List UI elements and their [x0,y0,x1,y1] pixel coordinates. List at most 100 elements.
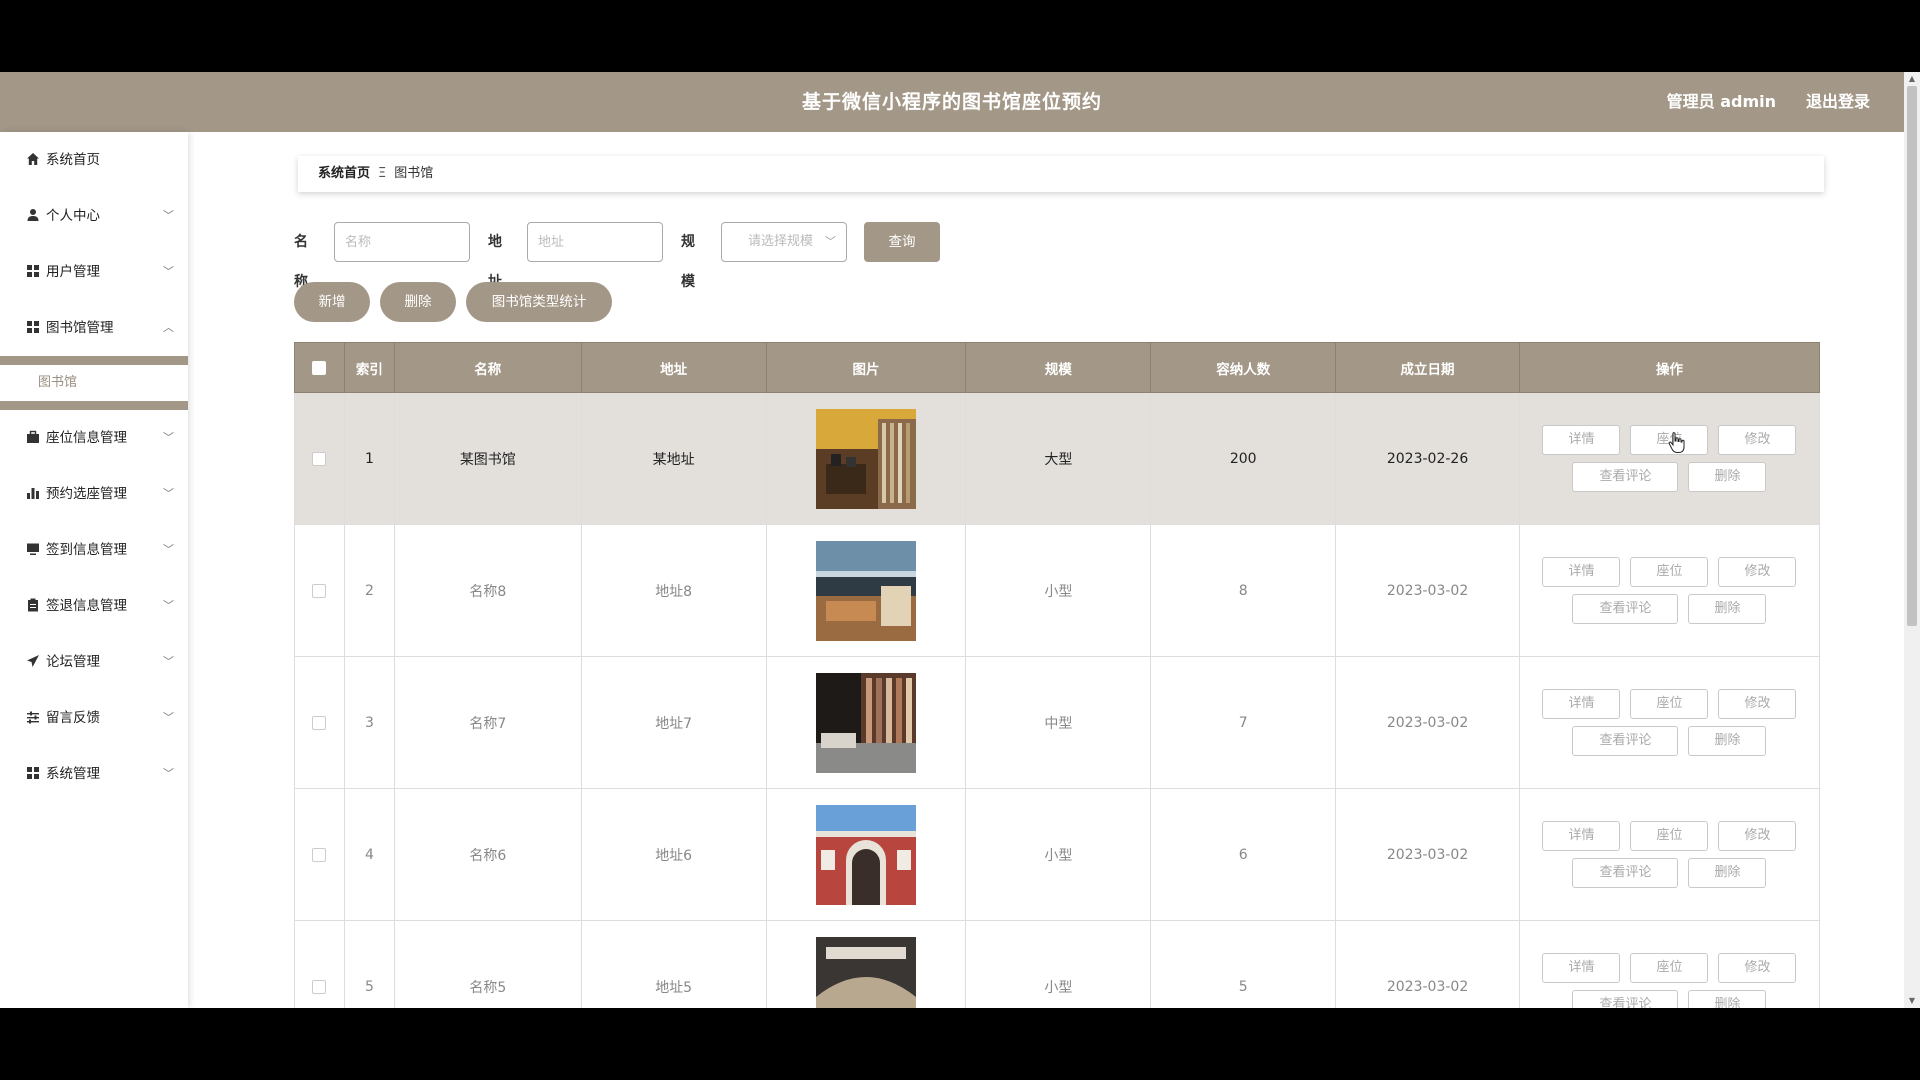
delete-button[interactable]: 删除 [380,282,456,322]
select-all-checkbox[interactable] [312,360,327,375]
user-icon [27,209,39,221]
seat-button[interactable]: 座位 [1630,953,1709,983]
hand-pointer-icon [1668,432,1685,453]
address-input[interactable] [527,222,663,262]
row-checkbox[interactable] [312,715,327,730]
home-icon [27,153,39,165]
sidebar-item-library[interactable]: 图书馆管理 ︿ [0,300,188,356]
row-checkbox[interactable] [312,583,327,598]
cell-index: 4 [343,788,395,921]
sidebar-item-forum[interactable]: 论坛管理 ﹀ [0,634,188,690]
detail-button[interactable]: 详情 [1542,689,1621,719]
bar-chart-icon [27,488,39,499]
row-delete-button[interactable]: 删除 [1688,990,1767,1008]
chevron-down-icon: ﹀ [163,265,174,278]
sidebar-item-checkin[interactable]: 签到信息管理 ﹀ [0,522,188,578]
detail-button[interactable]: 详情 [1542,953,1621,983]
library-photo[interactable] [816,804,916,905]
table-row[interactable]: 5 名称5 地址5 小型 5 2023-03-02 详情 座位 修改 查看评论 删除 [294,920,1821,1009]
detail-button[interactable]: 详情 [1542,425,1621,455]
row-checkbox[interactable] [312,847,327,862]
view-comments-button[interactable]: 查看评论 [1572,726,1679,756]
cell-index: 3 [343,656,395,789]
view-comments-button[interactable]: 查看评论 [1572,462,1679,492]
cell-index: 2 [343,524,395,657]
edit-button[interactable]: 修改 [1718,557,1797,587]
scale-select[interactable]: 请选择规模 ﹀ [721,222,847,262]
row-checkbox[interactable] [312,451,327,466]
view-comments-button[interactable]: 查看评论 [1572,990,1679,1008]
row-delete-button[interactable]: 删除 [1688,858,1767,888]
scroll-up-arrow-icon[interactable]: ▲ [1904,72,1920,86]
view-comments-button[interactable]: 查看评论 [1572,858,1679,888]
scrollbar-thumb[interactable] [1907,86,1917,626]
sidebar-item-checkout[interactable]: 签退信息管理 ﹀ [0,578,188,634]
table-row[interactable]: 1 某图书馆 某地址 大型 200 2023-02-26 详情 座位 修改 查看评论… [294,392,1821,525]
sidebar-item-feedback[interactable]: 留言反馈 ﹀ [0,690,188,746]
library-photo[interactable] [816,936,916,1009]
row-select-cell [294,392,345,525]
table-row[interactable]: 2 名称8 地址8 小型 8 2023-03-02 详情 座位 修改 查看评论 删除 [294,524,1821,657]
row-checkbox[interactable] [312,979,327,994]
row-select-cell [294,524,345,657]
cell-date: 2023-03-02 [1335,524,1520,657]
detail-button[interactable]: 详情 [1542,557,1621,587]
sidebar-item-home[interactable]: 系统首页 [0,132,188,188]
row-delete-button[interactable]: 删除 [1688,594,1767,624]
briefcase-icon [27,430,39,443]
row-delete-button[interactable]: 删除 [1688,726,1767,756]
library-photo[interactable] [816,408,916,509]
cell-scale: 中型 [965,656,1152,789]
library-photo[interactable] [816,672,916,773]
cell-capacity: 8 [1150,524,1337,657]
logout-link[interactable]: 退出登录 [1806,72,1870,132]
cell-actions: 详情 座位 修改 查看评论 删除 [1518,392,1821,525]
table-row[interactable]: 4 名称6 地址6 小型 6 2023-03-02 详情 座位 修改 查看评论 删除 [294,788,1821,921]
view-comments-button[interactable]: 查看评论 [1572,594,1679,624]
cell-address: 某地址 [580,392,767,525]
sidebar-item-seats[interactable]: 座位信息管理 ﹀ [0,410,188,466]
edit-button[interactable]: 修改 [1718,953,1797,983]
grid-icon [27,767,39,779]
edit-button[interactable]: 修改 [1718,689,1797,719]
sidebar-item-label: 个人中心 [46,208,100,224]
row-select-cell [294,656,345,789]
cell-capacity: 6 [1150,788,1337,921]
library-photo[interactable] [816,540,916,641]
cell-name: 名称5 [393,920,582,1008]
cell-image [765,392,967,525]
column-header-actions: 操作 [1518,342,1821,393]
app-screen: 基于微信小程序的图书馆座位预约 管理员 admin 退出登录 系统首页 个人中心… [0,72,1920,1008]
current-user: 管理员 admin [1666,92,1776,111]
sliders-icon [27,711,39,724]
detail-button[interactable]: 详情 [1542,821,1621,851]
cell-capacity: 7 [1150,656,1337,789]
vertical-scrollbar[interactable]: ▲ ▼ [1904,72,1920,1008]
query-button[interactable]: 查询 [864,222,940,262]
chevron-down-icon: ﹀ [825,235,836,248]
sidebar-item-profile[interactable]: 个人中心 ﹀ [0,188,188,244]
row-delete-button[interactable]: 删除 [1688,462,1767,492]
table-row[interactable]: 3 名称7 地址7 中型 7 2023-03-02 详情 座位 修改 查看评论 删除 [294,656,1821,789]
row-actions: 详情 座位 修改 查看评论 删除 [1539,821,1799,888]
scroll-down-arrow-icon[interactable]: ▼ [1904,994,1920,1008]
sidebar-item-system[interactable]: 系统管理 ﹀ [0,746,188,802]
cell-name: 名称7 [393,656,582,789]
breadcrumb-home[interactable]: 系统首页 [318,166,370,181]
sidebar-item-label: 论坛管理 [46,654,100,670]
type-stats-button[interactable]: 图书馆类型统计 [466,282,612,322]
seat-button[interactable]: 座位 [1630,689,1709,719]
seat-button[interactable]: 座位 [1630,557,1709,587]
sidebar-subitem-library[interactable]: 图书馆 [0,365,188,401]
sidebar-item-users[interactable]: 用户管理 ﹀ [0,244,188,300]
edit-button[interactable]: 修改 [1718,425,1797,455]
cell-address: 地址5 [580,920,767,1008]
sidebar-item-reservations[interactable]: 预约选座管理 ﹀ [0,466,188,522]
cell-image [765,524,967,657]
add-button[interactable]: 新增 [294,282,370,322]
name-input[interactable] [334,222,470,262]
edit-button[interactable]: 修改 [1718,821,1797,851]
cell-name: 名称8 [393,524,582,657]
library-submenu: 图书馆 [0,356,188,410]
seat-button[interactable]: 座位 [1630,821,1709,851]
